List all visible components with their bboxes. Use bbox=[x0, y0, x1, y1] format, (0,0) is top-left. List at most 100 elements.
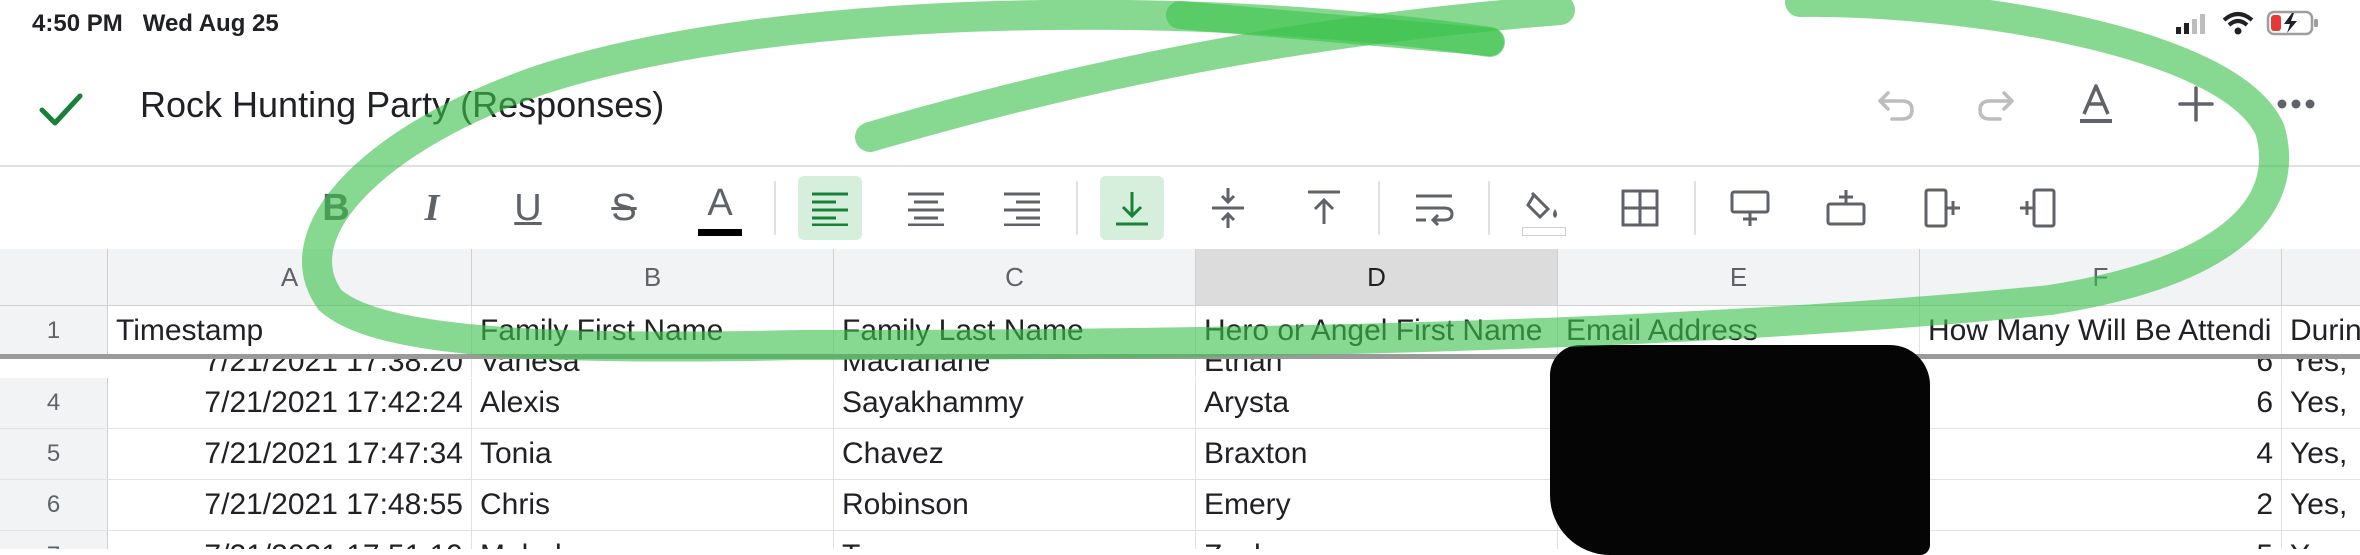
row-number[interactable]: 1 bbox=[0, 306, 108, 356]
italic-button[interactable]: I bbox=[400, 176, 464, 240]
bold-button[interactable]: B bbox=[304, 176, 368, 240]
redo-button[interactable] bbox=[1972, 80, 2020, 128]
strikethrough-icon: S bbox=[611, 186, 637, 229]
header-cell[interactable]: Hero or Angel First Name bbox=[1196, 306, 1558, 356]
toolbar-separator bbox=[1694, 181, 1696, 235]
strikethrough-button[interactable]: S bbox=[592, 176, 656, 240]
table-cell[interactable]: Braxton bbox=[1196, 429, 1558, 479]
table-cell[interactable]: 5 bbox=[1920, 531, 2282, 549]
table-cell[interactable]: Vanesa bbox=[472, 359, 834, 377]
valign-middle-button[interactable] bbox=[1196, 176, 1260, 240]
row-number[interactable]: 5 bbox=[0, 429, 108, 479]
table-cell[interactable]: Yes, bbox=[2282, 429, 2360, 479]
table-cell[interactable]: 4 bbox=[1920, 429, 2282, 479]
header-cell[interactable]: Timestamp bbox=[108, 306, 472, 356]
table-cell[interactable]: Emery bbox=[1196, 480, 1558, 530]
underline-button[interactable]: U bbox=[496, 176, 560, 240]
undo-button[interactable] bbox=[1872, 80, 1920, 128]
more-options-button[interactable] bbox=[2272, 80, 2320, 128]
table-cell[interactable]: 6 bbox=[1920, 359, 2282, 377]
table-cell[interactable]: 7/21/2021 17:51:19 bbox=[108, 531, 472, 549]
table-cell[interactable]: 7/21/2021 17:48:55 bbox=[108, 480, 472, 530]
table-cell[interactable]: 7/21/2021 17:42:24 bbox=[108, 378, 472, 428]
insert-column-left-icon bbox=[2020, 188, 2056, 228]
align-right-button[interactable] bbox=[990, 176, 1054, 240]
insert-button[interactable] bbox=[2172, 80, 2220, 128]
table-cell[interactable]: Ethan bbox=[1196, 359, 1558, 377]
insert-column-right-icon bbox=[1924, 188, 1960, 228]
align-left-button[interactable] bbox=[798, 176, 862, 240]
text-format-button[interactable] bbox=[2072, 80, 2120, 128]
checkmark-icon[interactable] bbox=[38, 86, 84, 132]
column-header-f[interactable]: F bbox=[1920, 249, 2282, 305]
partial-row-bottom: 7 7/21/2021 17:51:19 Malada Tran Zach 5 … bbox=[0, 531, 2360, 549]
title-actions bbox=[1872, 80, 2320, 128]
insert-column-left-button[interactable] bbox=[2006, 176, 2070, 240]
column-header-g[interactable] bbox=[2282, 249, 2360, 305]
toolbar-separator bbox=[1378, 181, 1380, 235]
table-cell[interactable]: Chris bbox=[472, 480, 834, 530]
valign-middle-icon bbox=[1212, 188, 1244, 228]
column-header-a[interactable]: A bbox=[108, 249, 472, 305]
borders-button[interactable] bbox=[1608, 176, 1672, 240]
insert-column-right-button[interactable] bbox=[1910, 176, 1974, 240]
table-cell[interactable]: Malada bbox=[472, 531, 834, 549]
redaction-mark bbox=[1550, 345, 1930, 555]
table-cell[interactable]: Zach bbox=[1196, 531, 1558, 549]
header-cell[interactable]: Family First Name bbox=[472, 306, 834, 356]
row-number[interactable]: 7 bbox=[0, 531, 108, 549]
insert-row-below-icon bbox=[1730, 190, 1770, 226]
select-all-corner[interactable] bbox=[0, 249, 108, 305]
cellular-signal-icon bbox=[2176, 14, 2205, 34]
row-number[interactable]: 4 bbox=[0, 378, 108, 428]
column-header-e[interactable]: E bbox=[1558, 249, 1920, 305]
table-cell[interactable]: 7/21/2021 17:38:20 bbox=[108, 359, 472, 377]
frozen-row-divider[interactable] bbox=[0, 354, 2360, 359]
table-cell[interactable]: Yes, bbox=[2282, 531, 2360, 549]
column-header-c[interactable]: C bbox=[834, 249, 1196, 305]
table-cell[interactable]: 2 bbox=[1920, 480, 2282, 530]
text-color-button[interactable]: A bbox=[688, 176, 752, 240]
title-divider bbox=[0, 165, 2360, 167]
undo-icon bbox=[1878, 91, 1914, 121]
column-header-b[interactable]: B bbox=[472, 249, 834, 305]
toolbar-separator bbox=[1076, 181, 1078, 235]
table-cell[interactable]: Yes, bbox=[2282, 480, 2360, 530]
borders-icon bbox=[1621, 189, 1659, 227]
header-cell[interactable]: Durin bbox=[2282, 306, 2360, 356]
column-header-d[interactable]: D bbox=[1196, 249, 1558, 305]
table-cell[interactable]: Yes, bbox=[2282, 359, 2360, 377]
table-cell[interactable]: Sayakhammy bbox=[834, 378, 1196, 428]
battery-charging-icon bbox=[2266, 10, 2318, 36]
column-header-row: A B C D E F bbox=[0, 249, 2360, 306]
table-cell[interactable]: Arysta bbox=[1196, 378, 1558, 428]
table-cell[interactable]: Tran bbox=[834, 531, 1196, 549]
valign-bottom-button[interactable] bbox=[1100, 176, 1164, 240]
insert-row-below-button[interactable] bbox=[1718, 176, 1782, 240]
table-cell[interactable]: Macfarlane bbox=[834, 359, 1196, 377]
document-title[interactable]: Rock Hunting Party (Responses) bbox=[140, 84, 664, 126]
italic-icon: I bbox=[424, 187, 440, 229]
insert-row-above-button[interactable] bbox=[1814, 176, 1878, 240]
valign-bottom-icon bbox=[1116, 192, 1148, 226]
table-cell[interactable]: Chavez bbox=[834, 429, 1196, 479]
more-icon bbox=[2277, 99, 2315, 109]
row-number[interactable]: 6 bbox=[0, 480, 108, 530]
bold-icon: B bbox=[322, 186, 350, 229]
table-cell[interactable]: Robinson bbox=[834, 480, 1196, 530]
table-cell[interactable]: Yes, bbox=[2282, 378, 2360, 428]
table-cell[interactable]: Tonia bbox=[472, 429, 834, 479]
table-cell[interactable]: Alexis bbox=[472, 378, 834, 428]
valign-top-button[interactable] bbox=[1292, 176, 1356, 240]
header-cell[interactable]: Family Last Name bbox=[834, 306, 1196, 356]
text-color-swatch bbox=[698, 229, 742, 236]
table-cell[interactable]: 6 bbox=[1920, 378, 2282, 428]
fill-color-button[interactable] bbox=[1512, 176, 1576, 240]
table-cell[interactable]: 7/21/2021 17:47:34 bbox=[108, 429, 472, 479]
align-center-button[interactable] bbox=[894, 176, 958, 240]
valign-top-icon bbox=[1308, 190, 1340, 224]
status-bar-time: 4:50 PM Wed Aug 25 bbox=[32, 10, 279, 38]
underline-icon: U bbox=[514, 186, 542, 229]
header-cell[interactable]: How Many Will Be Attendi bbox=[1920, 306, 2282, 356]
text-wrap-button[interactable] bbox=[1402, 176, 1466, 240]
